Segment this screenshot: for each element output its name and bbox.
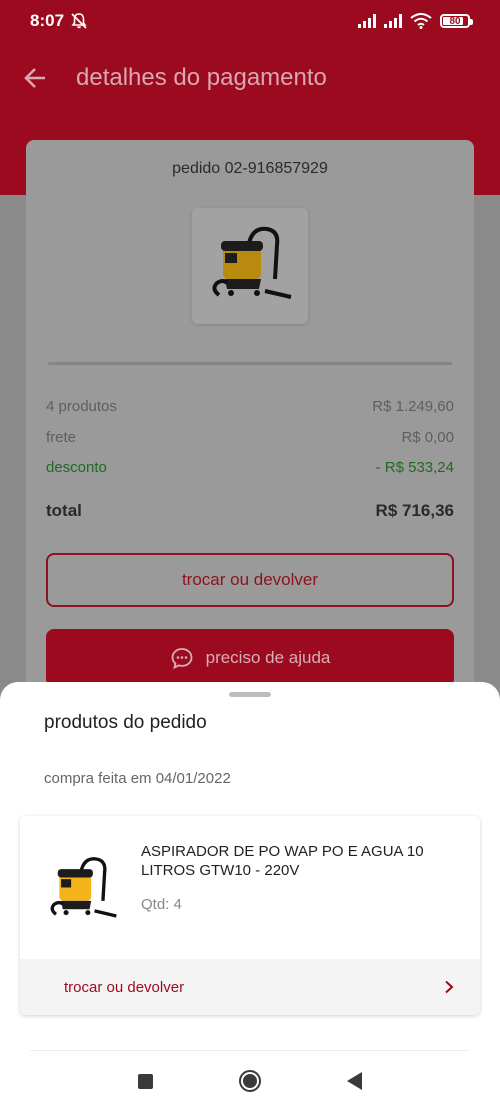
- chat-bubble-icon: [171, 648, 193, 670]
- product-image[interactable]: [42, 850, 122, 930]
- products-bottom-sheet: produtos do pedido compra feita em 04/01…: [0, 682, 500, 1111]
- chevron-right-icon: [445, 980, 454, 994]
- system-nav-bar: [0, 1060, 500, 1102]
- signal-icon: [384, 14, 402, 28]
- product-exchange-return-link[interactable]: trocar ou devolver: [20, 959, 480, 1015]
- discount-value: - R$ 533,24: [375, 459, 454, 476]
- total-label: total: [46, 501, 82, 520]
- battery-icon: 80: [440, 14, 473, 28]
- divider: [48, 362, 452, 365]
- order-id: pedido 02-916857929: [172, 160, 328, 177]
- sheet-divider: [30, 1050, 470, 1051]
- sheet-drag-handle[interactable]: [229, 692, 271, 697]
- sheet-title: produtos do pedido: [44, 712, 207, 733]
- products-value: R$ 1.249,60: [372, 398, 454, 415]
- help-button-label: preciso de ajuda: [205, 648, 331, 667]
- battery-level: 80: [449, 15, 461, 27]
- product-card: ASPIRADOR DE PO WAP PO E AGUA 10 LITROS …: [20, 816, 480, 1015]
- wifi-icon: [410, 13, 432, 29]
- summary-row-total: total R$ 716,36: [46, 501, 454, 521]
- summary-row-discount: desconto - R$ 533,24: [46, 459, 454, 476]
- help-button[interactable]: preciso de ajuda: [46, 629, 454, 687]
- product-thumbnail[interactable]: [192, 208, 308, 324]
- vacuum-cleaner-image: [212, 226, 292, 299]
- shipping-value: R$ 0,00: [401, 429, 454, 446]
- shipping-label: frete: [46, 429, 77, 446]
- products-label: 4 produtos: [46, 398, 117, 415]
- status-time: 8:07: [30, 11, 65, 30]
- exchange-return-button[interactable]: trocar ou devolver: [46, 553, 454, 607]
- status-bar: 8:07 80: [0, 0, 500, 42]
- discount-label: desconto: [46, 459, 107, 476]
- product-action-label: trocar ou devolver: [64, 978, 185, 996]
- signal-icon: [358, 14, 376, 28]
- total-value: R$ 716,36: [375, 501, 454, 520]
- recent-apps-icon[interactable]: [138, 1073, 153, 1089]
- vacuum-cleaner-image: [50, 857, 117, 918]
- home-icon[interactable]: [239, 1070, 261, 1092]
- product-quantity: Qtd: 4: [141, 896, 182, 913]
- page-title: detalhes do pagamento: [76, 64, 327, 91]
- status-left: 8:07: [30, 11, 88, 31]
- purchase-date: compra feita em 04/01/2022: [44, 770, 231, 787]
- product-name: ASPIRADOR DE PO WAP PO E AGUA 10 LITROS …: [141, 843, 424, 879]
- back-triangle-icon[interactable]: [347, 1072, 362, 1090]
- summary-row-shipping: frete R$ 0,00: [46, 429, 454, 446]
- order-card: pedido 02-916857929 4 produtos R$ 1.249,…: [26, 140, 474, 740]
- summary-row-products: 4 produtos R$ 1.249,60: [46, 398, 454, 415]
- status-right: 80: [358, 13, 473, 29]
- arrow-left-icon[interactable]: [22, 64, 50, 92]
- notifications-off-icon: [71, 13, 87, 29]
